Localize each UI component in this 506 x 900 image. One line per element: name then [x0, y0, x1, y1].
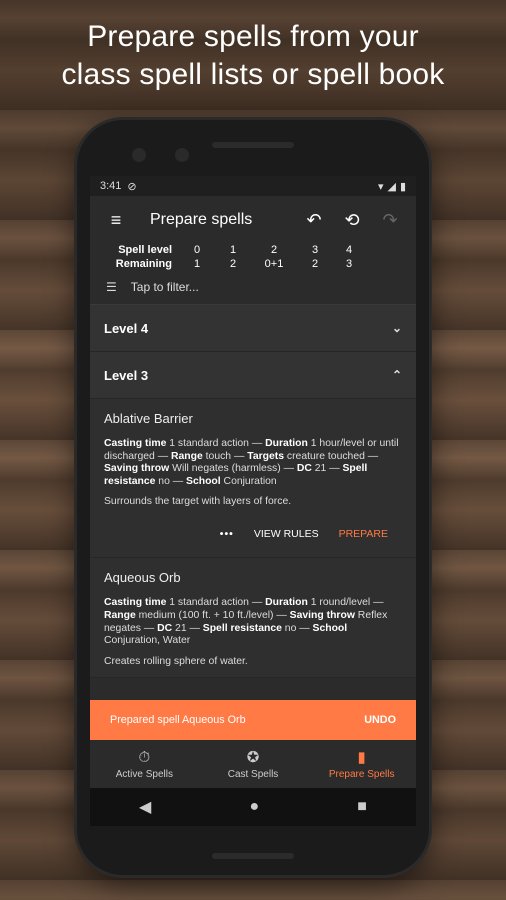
snackbar: Prepared spell Aqueous Orb UNDO — [90, 700, 416, 740]
slot-level: 4 — [345, 244, 353, 256]
spell-field-label: Saving throw — [289, 609, 355, 621]
level-3-label: Level 3 — [104, 367, 149, 383]
remaining-label: Remaining — [115, 258, 172, 270]
spell-field-label: DC — [296, 463, 312, 475]
slot-level: 1 — [229, 244, 237, 256]
signal-icon: ◢ — [387, 180, 396, 193]
wifi-icon: ▾ — [377, 180, 384, 193]
earpiece-speaker — [212, 142, 294, 148]
redo-icon[interactable]: ↷ — [376, 206, 404, 234]
spell-card-ablative-barrier[interactable]: Ablative Barrier Casting time 1 standard… — [90, 399, 416, 559]
slot-remaining: 3 — [345, 258, 353, 270]
slot-remaining: 1 — [193, 258, 201, 270]
view-rules-button[interactable]: VIEW RULES — [254, 528, 319, 540]
nav-label: Prepare Spells — [328, 769, 395, 780]
spell-field-label: Casting time — [104, 438, 167, 449]
spell-field-value: creature touched — — [284, 450, 379, 462]
back-icon[interactable]: ◀ — [139, 797, 151, 817]
spell-card-aqueous-orb[interactable]: Aqueous Orb Casting time 1 standard acti… — [90, 558, 416, 678]
spell-list: Level 4 ⌄ Level 3 ⌃ Ablative Barrier Cas… — [90, 304, 416, 678]
status-time: 3:41 — [100, 180, 122, 192]
spell-field-label: Targets — [247, 450, 285, 462]
slot-remaining: 2 — [229, 258, 237, 270]
spell-field-label: Duration — [265, 597, 308, 609]
spell-field-value: medium (100 ft. + 10 ft./level) — — [135, 609, 290, 621]
prepare-button[interactable]: PREPARE — [339, 528, 388, 540]
chevron-down-icon: ⌄ — [391, 321, 402, 335]
snackbar-message: Prepared spell Aqueous Orb — [110, 714, 246, 726]
history-icon[interactable]: ⟲ — [338, 206, 366, 234]
spell-field-value: 21 — — [311, 463, 343, 475]
level-3-header[interactable]: Level 3 ⌃ — [90, 352, 416, 399]
nav-cast-spells[interactable]: ✪ Cast Spells — [199, 740, 308, 788]
nav-active-spells[interactable]: ⏱ Active Spells — [90, 740, 199, 788]
spell-field-value: Will negates (harmless) — — [169, 463, 297, 475]
more-options-button[interactable]: ••• — [220, 528, 234, 540]
spell-description: Casting time 1 standard action — Duratio… — [104, 597, 402, 647]
spell-field-label: School — [312, 622, 348, 634]
spell-description: Casting time 1 standard action — Duratio… — [104, 438, 402, 488]
star-circle-icon: ✪ — [246, 749, 260, 766]
spell-field-label: Casting time — [104, 597, 167, 609]
slot-remaining: 2 — [311, 258, 319, 270]
promo-headline: Prepare spells from your class spell lis… — [0, 18, 506, 94]
front-camera-left — [132, 148, 146, 162]
bottom-navigation: ⏱ Active Spells ✪ Cast Spells ▮ Prepare … — [90, 740, 416, 788]
spell-field-value: 1 standard action — — [166, 597, 266, 609]
menu-icon[interactable]: ≡ — [102, 206, 130, 234]
undo-icon[interactable]: ↶ — [300, 206, 328, 234]
filter-placeholder: Tap to filter... — [130, 280, 199, 294]
nav-label: Active Spells — [115, 768, 173, 780]
slot-level: 2 — [270, 244, 278, 256]
snackbar-undo-button[interactable]: UNDO — [364, 714, 396, 726]
filter-bar[interactable]: ☰ Tap to filter... — [90, 270, 416, 304]
spell-field-label: Range — [104, 609, 136, 621]
headline-line-1: Prepare spells from your — [87, 20, 419, 53]
spell-field-value: no — — [281, 622, 313, 634]
spell-field-value: touch — — [202, 450, 248, 462]
spell-summary: Surrounds the target with layers of forc… — [104, 496, 292, 508]
bottom-speaker — [212, 853, 294, 859]
spell-name: Aqueous Orb — [104, 570, 181, 586]
nav-prepare-spells[interactable]: ▮ Prepare Spells — [307, 740, 416, 788]
system-navigation-bar: ◀ ● ■ — [90, 788, 416, 826]
filter-icon: ☰ — [106, 280, 117, 294]
chevron-up-icon: ⌃ — [391, 368, 402, 382]
spell-field-label: Range — [171, 450, 203, 462]
spell-level-label: Spell level — [118, 244, 172, 256]
page-title: Prepare spells — [150, 211, 253, 228]
book-icon: ▮ — [357, 749, 366, 766]
spell-summary: Creates rolling sphere of water. — [104, 655, 248, 667]
spell-field-value: 21 — — [172, 622, 203, 634]
slot-level: 0 — [193, 244, 201, 256]
headline-line-2: class spell lists or spell book — [61, 58, 445, 91]
app-bar: ≡ Prepare spells ↶ ⟲ ↷ — [90, 196, 416, 244]
slot-remaining: 0+1 — [264, 258, 284, 270]
spell-field-label: DC — [157, 622, 173, 634]
spell-slot-table: Spell level 0 1 2 3 4 Remaining 1 2 0+1 … — [90, 244, 416, 270]
level-4-label: Level 4 — [104, 320, 149, 336]
spell-field-value: Conjuration — [220, 475, 277, 487]
sync-icon: ⊘ — [127, 180, 137, 193]
spell-field-value: 1 standard action — — [166, 438, 266, 449]
battery-icon: ▮ — [399, 180, 406, 193]
spell-field-label: Duration — [265, 438, 308, 449]
stopwatch-icon: ⏱ — [138, 748, 151, 766]
slot-level: 3 — [311, 244, 319, 256]
spell-name: Ablative Barrier — [104, 411, 193, 426]
status-bar: 3:41 ⊘ ▾ ◢ ▮ — [90, 176, 416, 196]
level-4-header[interactable]: Level 4 ⌄ — [90, 305, 416, 352]
spell-field-value: no — — [155, 475, 187, 487]
front-camera-right — [175, 148, 189, 162]
spell-field-value: Conjuration, Water — [104, 635, 191, 647]
spell-field-value: 1 round/level — — [307, 597, 384, 609]
spell-actions: ••• VIEW RULES PREPARE — [104, 521, 402, 547]
spell-field-label: Spell resistance — [202, 622, 282, 634]
recents-icon[interactable]: ■ — [357, 798, 367, 816]
nav-label: Cast Spells — [227, 769, 279, 780]
phone-screen: 3:41 ⊘ ▾ ◢ ▮ ≡ Prepare spells ↶ ⟲ ↷ Spel… — [90, 176, 416, 826]
spell-field-label: Saving throw — [104, 463, 170, 475]
spell-field-label: School — [186, 475, 221, 487]
home-icon[interactable]: ● — [249, 798, 259, 816]
